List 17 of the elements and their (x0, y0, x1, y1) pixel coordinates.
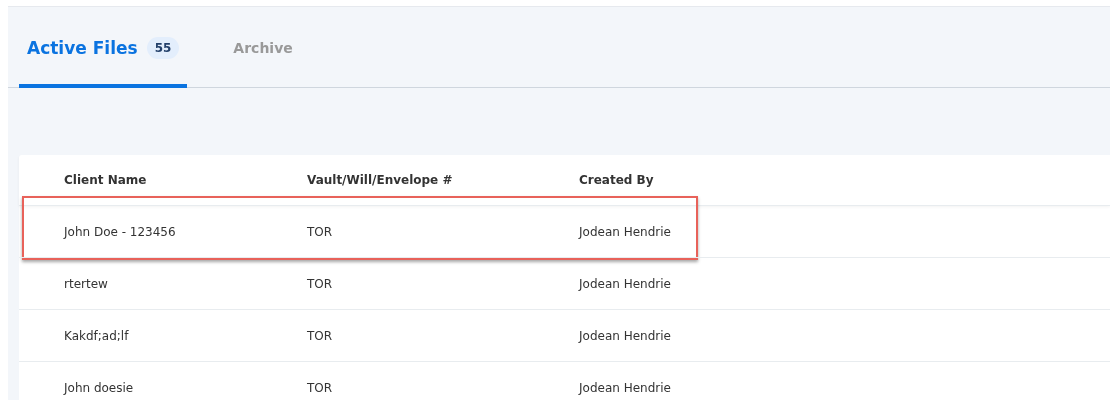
table-cell-text: TOR (307, 380, 334, 395)
table-cell-text: TOR (307, 224, 334, 239)
count-badge: 55 (146, 37, 180, 59)
table-cell-text: Kakdf;ad;lf (64, 328, 130, 343)
table-cell-text: Jodean Hendrie (579, 224, 672, 239)
column-header: Client Name (64, 173, 148, 187)
tab[interactable]: Active Files 55 (19, 8, 188, 88)
table-cell-text: Jodean Hendrie (579, 276, 672, 291)
table-cell-text: TOR (307, 276, 334, 291)
column-header: Created By (579, 173, 655, 187)
table-cell-text: John Doe - 123456 (64, 224, 177, 239)
table-cell-text: TOR (307, 328, 334, 343)
column-header: Vault/Will/Envelope # (307, 173, 454, 187)
table-cell-text: Jodean Hendrie (579, 380, 672, 395)
table-cell-text: Jodean Hendrie (579, 328, 672, 343)
table-cell-text: John doesie (64, 380, 135, 395)
table-cell-text: rtertew (64, 276, 109, 291)
